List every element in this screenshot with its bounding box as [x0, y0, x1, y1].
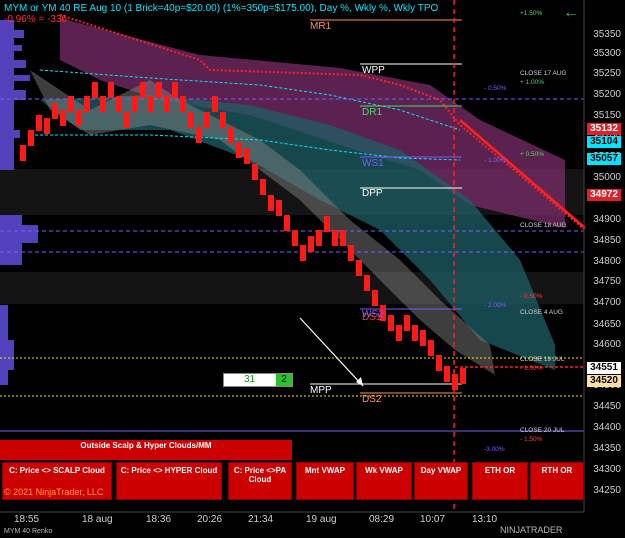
pa-cloud-button[interactable]: C: Price <>PA Cloud — [228, 462, 292, 500]
label-p150: +1.50% — [520, 10, 543, 17]
pivot-mr1: MR1 — [310, 21, 332, 32]
price-axis-label: 35150 — [593, 110, 621, 121]
pivot-dr1: DR1 — [362, 107, 383, 118]
time-label: 21:34 — [248, 514, 274, 525]
price-axis-label: 34700 — [593, 297, 621, 308]
price-tag: 35057 — [587, 153, 621, 165]
label-p100: + 1.00% — [520, 79, 545, 86]
outside-clouds-label: Outside Scalp & Hyper Clouds/MM — [0, 440, 292, 460]
label-m150: - 1.50% — [520, 436, 543, 443]
week-vwap-button[interactable]: Wk VWAP — [356, 462, 412, 500]
pivot-ds1: DS1 — [362, 312, 382, 323]
price-axis-label: 34600 — [593, 339, 621, 350]
time-label: 18 aug — [82, 514, 113, 525]
label-close19: CLOSE 19 JUL — [520, 356, 565, 363]
time-label: 18:36 — [146, 514, 172, 525]
pivot-mpp: MPP — [310, 385, 332, 396]
price-axis-label: 35000 — [593, 172, 621, 183]
chart-subtitle: -0.96% = -336 — [4, 14, 68, 25]
label-m100a: - 1.00% — [484, 157, 507, 164]
rth-or-button[interactable]: RTH OR — [530, 462, 584, 500]
label-m050b: - 0.50% — [520, 293, 543, 300]
chart-title: MYM or YM 40 RE Aug 10 (1 Brick=40p=$20.… — [4, 3, 439, 14]
label-p050: + 0.50% — [520, 151, 545, 158]
pivot-dpp: DPP — [362, 188, 383, 199]
time-label: 20:26 — [197, 514, 223, 525]
label-m100b: - 1.00% — [520, 365, 543, 372]
time-label: 19 aug — [306, 514, 337, 525]
pivot-wpp: WPP — [362, 65, 385, 76]
price-axis-label: 34750 — [593, 276, 621, 287]
price-tag: 35132 — [587, 123, 621, 135]
price-tag: 35104 — [587, 136, 621, 148]
brick-counter[interactable]: 31 2 — [223, 373, 293, 387]
instrument-label: MYM 40 Renko — [4, 528, 53, 535]
price-axis-label: 34450 — [593, 401, 621, 412]
price-axis-label: 35350 — [593, 29, 621, 40]
time-label: 13:10 — [472, 514, 498, 525]
day-vwap-button[interactable]: Day VWAP — [414, 462, 468, 500]
copyright-text: © 2021 NinjaTrader, LLC — [4, 487, 104, 497]
price-tag: 34972 — [587, 189, 621, 201]
price-axis-label: 34400 — [593, 422, 621, 433]
price-axis-label: 34650 — [593, 319, 621, 330]
brick-count-box: 2 — [276, 374, 292, 386]
price-axis-label: 34300 — [593, 464, 621, 475]
label-m050a: - 0.50% — [484, 85, 507, 92]
label-close18: CLOSE 18 AUG — [520, 222, 567, 229]
price-axis-label: 34250 — [593, 485, 621, 496]
time-label: 18:55 — [14, 514, 40, 525]
price-axis-label: 34850 — [593, 235, 621, 246]
label-m200: - 2.00% — [484, 302, 507, 309]
pivot-ds2: DS2 — [362, 394, 382, 405]
price-axis-label: 35250 — [593, 68, 621, 79]
price-axis-label: 34350 — [593, 443, 621, 454]
price-axis-label: 35300 — [593, 48, 621, 59]
label-close4: CLOSE 4 AUG — [520, 309, 563, 316]
label-close20: CLOSE 20 JUL — [520, 427, 565, 434]
eth-or-button[interactable]: ETH OR — [472, 462, 528, 500]
hyper-cloud-button[interactable]: C: Price <> HYPER Cloud — [116, 462, 222, 500]
time-label: 08:29 — [369, 514, 395, 525]
price-tag: 34551 — [587, 362, 621, 374]
back-arrow-icon[interactable]: ← — [563, 4, 579, 22]
month-vwap-button[interactable]: Mnt VWAP — [296, 462, 354, 500]
price-axis-label: 34800 — [593, 256, 621, 267]
ninjatrader-logo: NINJATRADER — [500, 525, 563, 535]
pivot-ws1: WS1 — [362, 158, 384, 169]
label-close17: CLOSE 17 AUG — [520, 70, 567, 77]
price-axis-label: 35200 — [593, 89, 621, 100]
price-tag: 34520 — [587, 375, 621, 387]
label-m300: -3.00% — [484, 446, 505, 453]
time-label: 10:07 — [420, 514, 446, 525]
brick-count: 31 — [244, 374, 256, 385]
price-axis-label: 34900 — [593, 214, 621, 225]
